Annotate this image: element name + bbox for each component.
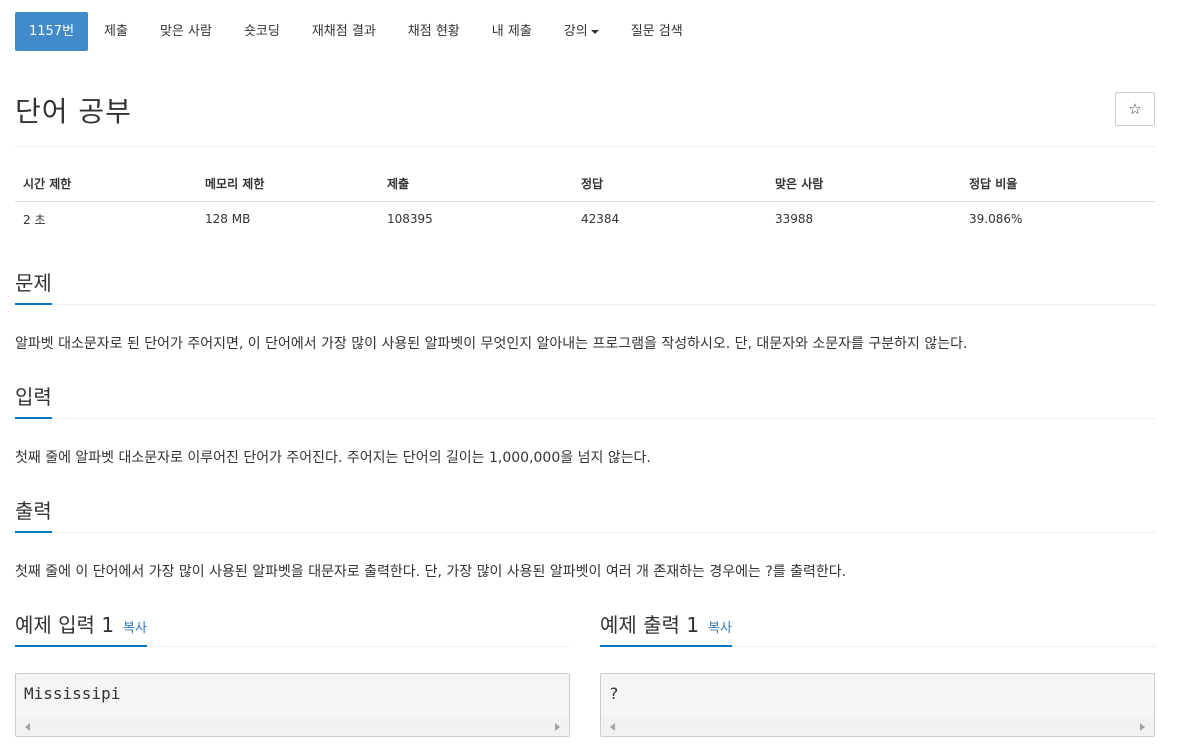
sample-output-content: ? [609,684,619,703]
tab-solved-users[interactable]: 맞은 사람 [144,12,228,51]
section-description: 문제 알파벳 대소문자로 된 단어가 주어지면, 이 단어에서 가장 많이 사용… [15,269,1155,354]
copy-sample-output-link[interactable]: 복사 [708,615,732,643]
section-sample-output: 예제 출력 1 복사 ? [600,611,1155,737]
value-accepted: 42384 [581,212,620,227]
tab-my-submissions[interactable]: 내 제출 [476,12,548,51]
value-memory-limit: 128 MB [205,212,251,227]
input-text: 첫째 줄에 알파벳 대소문자로 이루어진 단어가 주어진다. 주어지는 단어의 … [15,450,651,466]
section-header: 문제 [15,269,1155,305]
header-solved-users: 맞은 사람 [767,166,961,202]
sample-input-heading: 예제 입력 1 복사 [15,611,147,647]
info-value-row: 2 초 128 MB 108395 42384 33988 39.086% [15,201,1155,237]
tab-lectures-label: 강의 [563,24,588,39]
star-icon: ☆ [1128,100,1142,118]
value-submissions: 108395 [387,212,433,227]
sample-output-title: 예제 출력 1 [600,613,700,637]
section-input: 입력 첫째 줄에 알파벳 대소문자로 이루어진 단어가 주어진다. 주어지는 단… [15,383,1155,468]
value-solved-users: 33988 [775,212,814,227]
header-submissions: 제출 [379,166,573,202]
caret-down-icon [590,29,599,34]
favorite-star-button[interactable]: ☆ [1115,92,1155,126]
scroll-right-icon[interactable] [555,723,560,731]
scroll-right-icon[interactable] [1140,723,1145,731]
info-header-row: 시간 제한 메모리 제한 제출 정답 맞은 사람 정답 비율 [15,166,1155,202]
tab-question-search[interactable]: 질문 검색 [615,12,699,51]
tab-short-coding[interactable]: 숏코딩 [228,12,296,51]
section-output: 출력 첫째 줄에 이 단어에서 가장 많이 사용된 알파벳을 대문자로 출력한다… [15,497,1155,582]
header-accept-ratio: 정답 비율 [961,166,1155,202]
header-time-limit: 시간 제한 [15,166,197,202]
title-divider [15,146,1155,147]
sample-input-box[interactable]: Mississipi [15,673,570,737]
section-heading-description: 문제 [15,269,52,305]
header-memory-limit: 메모리 제한 [197,166,379,202]
tab-lectures-dropdown[interactable]: 강의 [548,12,615,51]
section-heading-input: 입력 [15,383,52,419]
tab-submit[interactable]: 제출 [88,12,144,51]
tab-judge-status[interactable]: 채점 현황 [392,12,476,51]
problem-info-table: 시간 제한 메모리 제한 제출 정답 맞은 사람 정답 비율 2 초 128 M… [15,166,1155,237]
section-sample-input: 예제 입력 1 복사 Mississipi [15,611,570,737]
tab-rejudge-results[interactable]: 재채점 결과 [296,12,392,51]
page-title: 단어 공부 [15,95,132,128]
section-heading-output: 출력 [15,497,52,533]
scroll-left-icon[interactable] [610,723,615,731]
horizontal-scrollbar[interactable] [17,718,568,735]
value-time-limit: 2 초 [23,212,46,227]
output-text: 첫째 줄에 이 단어에서 가장 많이 사용된 알파벳을 대문자로 출력한다. 단… [15,564,847,580]
problem-nav-tabs: 1157번 제출 맞은 사람 숏코딩 재채점 결과 채점 현황 내 제출 강의 … [15,12,699,51]
tab-problem[interactable]: 1157번 [15,12,89,51]
section-header: 출력 [15,497,1155,533]
copy-sample-input-link[interactable]: 복사 [123,615,147,643]
sample-output-box[interactable]: ? [600,673,1155,737]
header-accepted: 정답 [573,166,767,202]
value-accept-ratio: 39.086% [969,212,1023,227]
horizontal-scrollbar[interactable] [602,718,1153,735]
sample-output-heading: 예제 출력 1 복사 [600,611,732,647]
sample-input-title: 예제 입력 1 [15,613,115,637]
scroll-left-icon[interactable] [25,723,30,731]
sample-input-content: Mississipi [24,684,121,703]
section-header: 예제 출력 1 복사 [600,611,1155,647]
section-header: 예제 입력 1 복사 [15,611,570,647]
description-text: 알파벳 대소문자로 된 단어가 주어지면, 이 단어에서 가장 많이 사용된 알… [15,336,968,352]
section-header: 입력 [15,383,1155,419]
